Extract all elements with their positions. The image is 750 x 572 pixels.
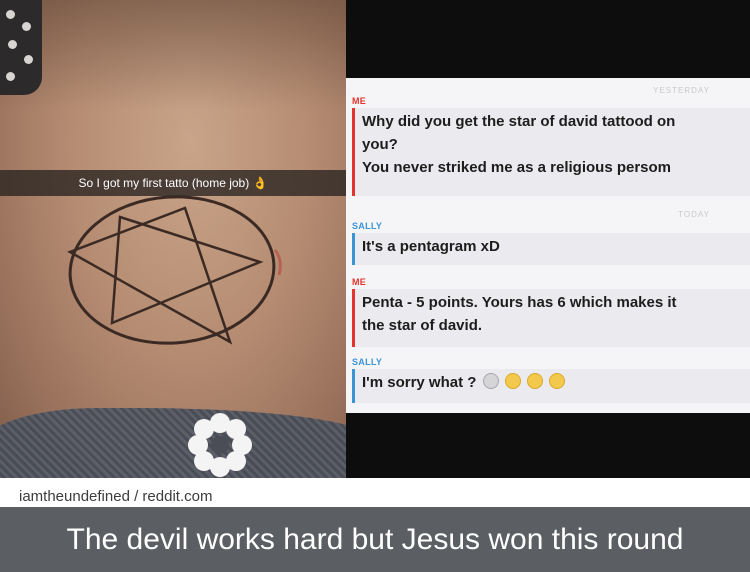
message-line: I'm sorry what ?: [362, 371, 742, 394]
flower-icon: [188, 413, 252, 477]
message-bubble: It's a pentagram xD: [352, 233, 750, 265]
sender-label-me: ME: [352, 277, 367, 287]
sender-label-me: ME: [352, 96, 367, 106]
message-bubble: Why did you get the star of david tattoo…: [352, 108, 750, 196]
message-text: I'm sorry what ?: [362, 374, 477, 391]
message-line: Penta - 5 points. Yours has 6 which make…: [362, 294, 677, 311]
sender-label-sally: SALLY: [352, 357, 383, 367]
message-bubble: I'm sorry what ?: [352, 369, 750, 403]
message-line: Why did you get the star of david tattoo…: [362, 113, 676, 130]
message-line: the star of david.: [362, 317, 483, 334]
tattoo-photo: So I got my first tatto (home job) 👌: [0, 0, 346, 478]
snap-caption: So I got my first tatto (home job) 👌: [0, 170, 346, 196]
photo-shadow: [0, 0, 346, 110]
message-line: you?: [362, 136, 398, 153]
sender-label-sally: SALLY: [352, 221, 383, 231]
skull-emoji-icon: [482, 373, 499, 389]
sweat-smile-emoji-icon: [504, 373, 521, 389]
meme-caption: The devil works hard but Jesus won this …: [66, 523, 684, 556]
hexagram-tattoo: [67, 195, 282, 345]
chat-top-bar: [346, 0, 750, 78]
chat-bottom-bar: [346, 413, 750, 478]
timestamp-yesterday: YESTERDAY: [653, 86, 710, 95]
timestamp-today: TODAY: [678, 210, 710, 219]
source-credit: iamtheundefined / reddit.com: [19, 488, 213, 505]
sweat-smile-emoji-icon: [549, 373, 566, 389]
message-bubble: Penta - 5 points. Yours has 6 which make…: [352, 289, 750, 347]
fabric-corner: [0, 0, 42, 95]
chat-screenshot: YESTERDAY ME Why did you get the star of…: [346, 0, 750, 478]
grimace-emoji-icon: [526, 373, 543, 389]
message-line: It's a pentagram xD: [362, 238, 500, 255]
message-line: You never striked me as a religious pers…: [362, 159, 672, 176]
denim-shorts: [0, 408, 346, 478]
